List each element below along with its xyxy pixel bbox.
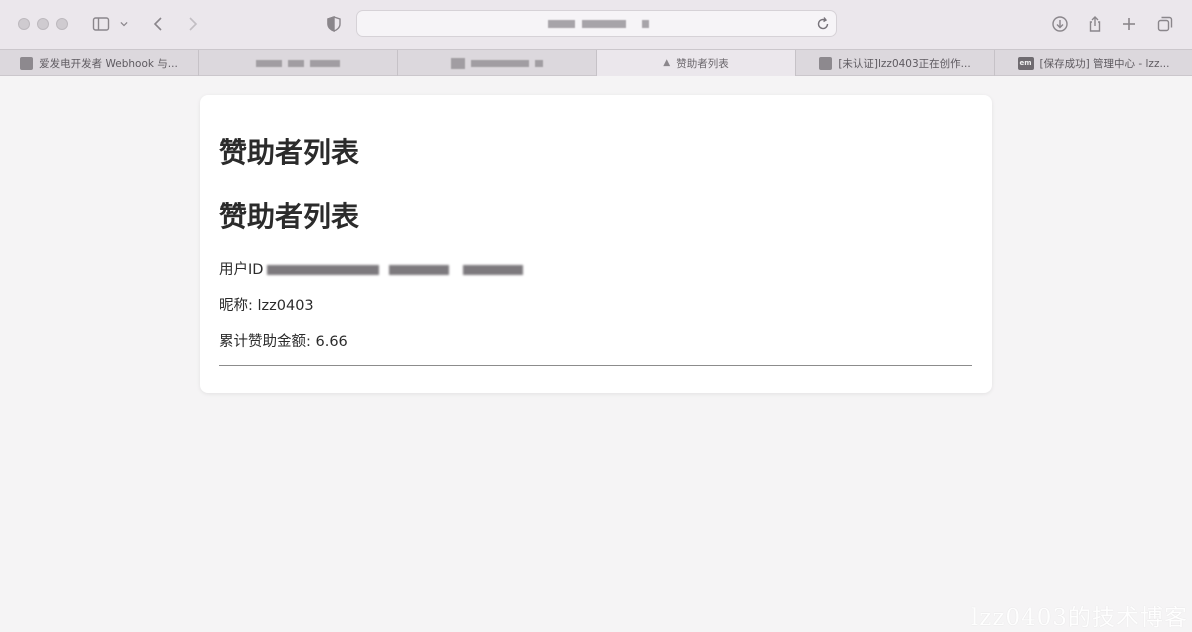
divider <box>219 365 972 366</box>
chevron-down-icon[interactable] <box>117 13 131 35</box>
sponsor-card: 赞助者列表 赞助者列表 用户ID 昵称: lzz0403 累计赞助金额: 6.6… <box>200 95 992 393</box>
downloads-icon[interactable] <box>1049 13 1071 35</box>
em-favicon-icon: em <box>1017 56 1034 70</box>
browser-toolbar <box>0 0 1192 49</box>
url-redacted <box>642 20 649 28</box>
tab-admin-center[interactable]: em [保存成功] 管理中心 - lzz... <box>995 50 1192 76</box>
reload-icon[interactable] <box>814 15 832 33</box>
zoom-window-button[interactable] <box>56 18 68 30</box>
new-tab-icon[interactable] <box>1118 13 1140 35</box>
minimize-window-button[interactable] <box>37 18 49 30</box>
tab-ifdian-webhook[interactable]: 爱发电开发者 Webhook 与... <box>0 50 199 76</box>
user-id-redacted <box>267 265 380 275</box>
privacy-shield-icon[interactable] <box>323 13 345 35</box>
tab-bar: 爱发电开发者 Webhook 与... ▲ 赞助者列表 [未认证]lzz0403… <box>0 49 1192 76</box>
user-id-row: 用户ID <box>219 261 524 279</box>
page-icon: ▲ <box>663 58 671 68</box>
watermark: lzz0403的技术博客 <box>970 605 1188 631</box>
close-window-button[interactable] <box>18 18 30 30</box>
blurred-favicon-icon <box>256 59 282 67</box>
tab-label: [保存成功] 管理中心 - lzz... <box>1039 57 1170 70</box>
tab-label: [未认证]lzz0403正在创作... <box>838 57 971 70</box>
user-id-redacted <box>389 265 450 275</box>
tab-ifdian-creator[interactable]: [未认证]lzz0403正在创作... <box>796 50 995 76</box>
tab-sponsor-list[interactable]: ▲ 赞助者列表 <box>597 50 796 76</box>
tab-label: 爱发电开发者 Webhook 与... <box>39 57 178 70</box>
ifdian-favicon-icon <box>819 56 833 70</box>
page-title: 赞助者列表 <box>219 136 360 169</box>
blurred-favicon-icon <box>451 57 465 69</box>
address-bar[interactable] <box>356 10 837 37</box>
tab-redacted-2[interactable] <box>398 50 597 76</box>
tab-overview-icon[interactable] <box>1154 13 1176 35</box>
tab-label: 赞助者列表 <box>676 57 729 70</box>
sidebar-toggle-icon[interactable] <box>90 13 112 35</box>
back-arrow-icon[interactable] <box>148 13 170 35</box>
amount-row: 累计赞助金额: 6.66 <box>219 334 348 350</box>
user-id-redacted <box>463 265 524 275</box>
url-redacted <box>582 20 626 28</box>
user-id-label: 用户ID <box>219 262 264 278</box>
share-icon[interactable] <box>1084 13 1106 35</box>
forward-arrow-icon[interactable] <box>181 13 203 35</box>
tab-redacted-1[interactable] <box>199 50 398 76</box>
nickname-row: 昵称: lzz0403 <box>219 298 314 314</box>
section-title: 赞助者列表 <box>219 200 360 233</box>
url-redacted <box>548 20 575 28</box>
ifdian-favicon-icon <box>20 56 34 70</box>
